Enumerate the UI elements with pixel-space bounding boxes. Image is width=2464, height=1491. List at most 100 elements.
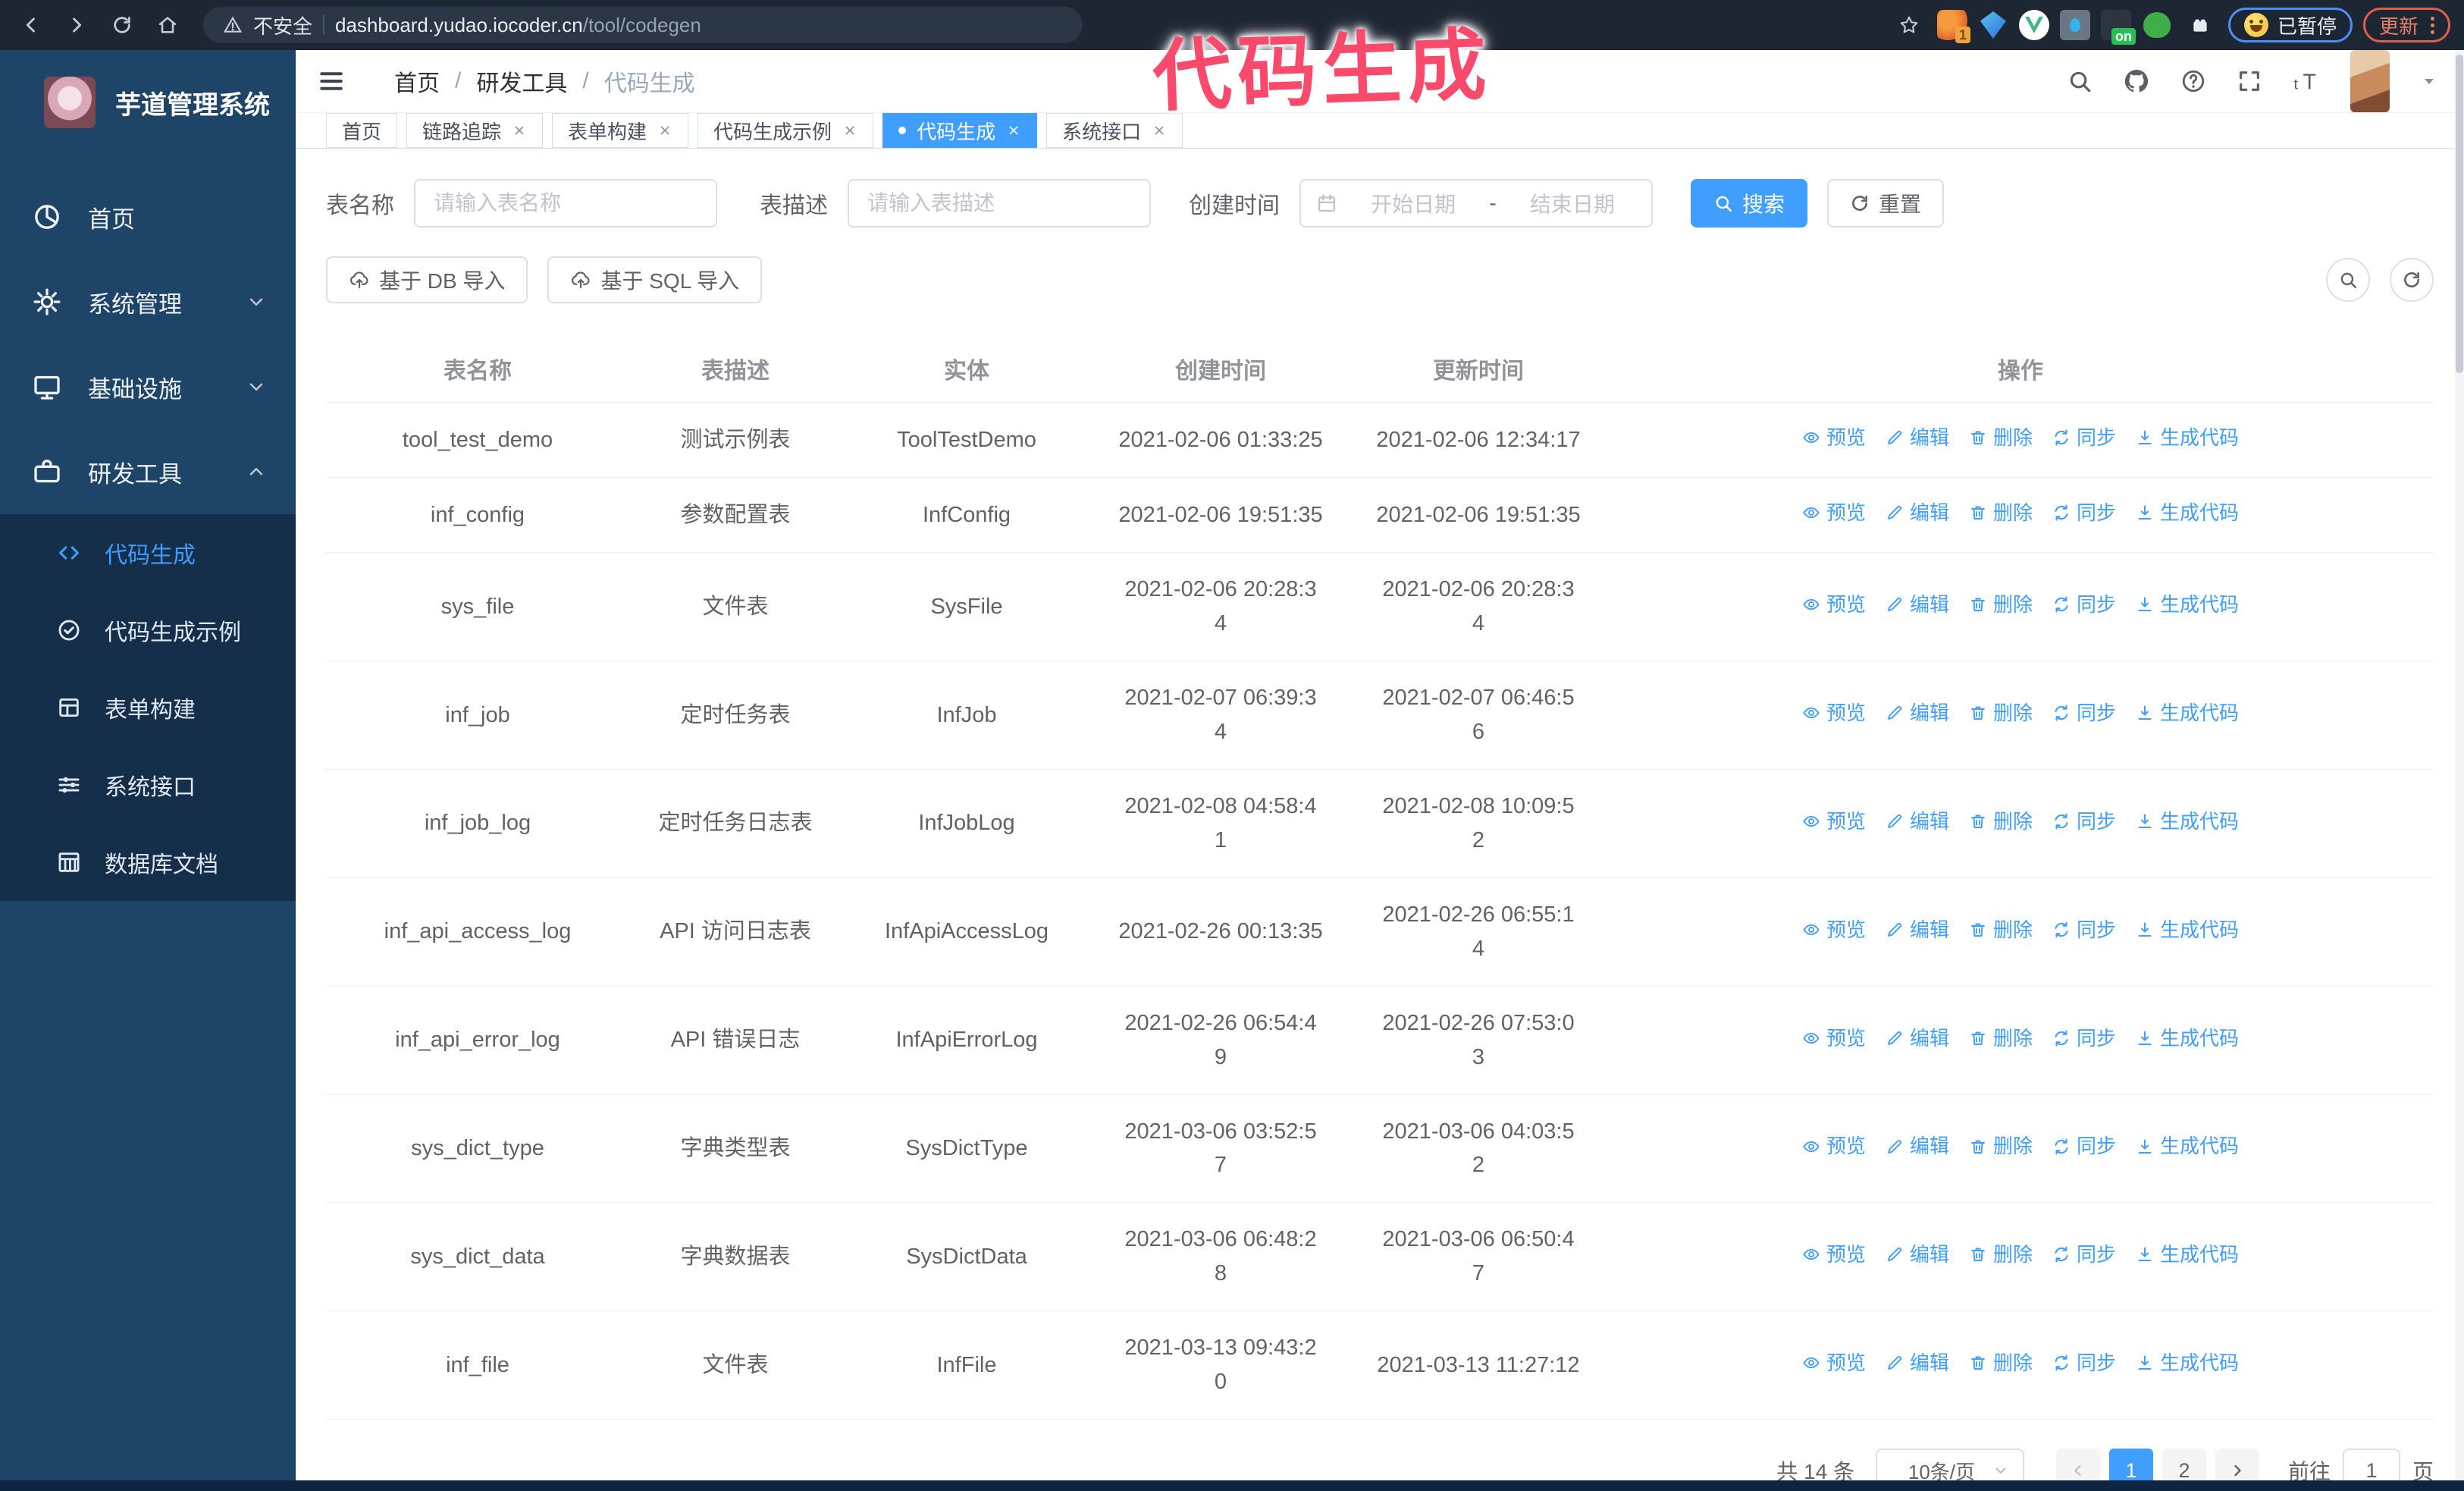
browser-forward-button[interactable] xyxy=(59,8,94,42)
user-menu-button[interactable] xyxy=(2420,72,2438,90)
search-button[interactable]: 搜索 xyxy=(1691,179,1808,228)
tab-tracing[interactable]: 链路追踪 xyxy=(406,113,544,148)
sidebar-item-database-doc[interactable]: 数据库文档 xyxy=(0,824,296,901)
docs-help-button[interactable] xyxy=(2180,68,2206,94)
collapse-sidebar-button[interactable] xyxy=(312,62,350,100)
preview-link[interactable]: 预览 xyxy=(1802,1348,1866,1378)
edit-link[interactable]: 编辑 xyxy=(1886,915,1949,945)
preview-link[interactable]: 预览 xyxy=(1802,806,1866,837)
sync-link[interactable]: 同步 xyxy=(2052,698,2116,728)
generate-code-link[interactable]: 生成代码 xyxy=(2136,915,2239,945)
sync-link[interactable]: 同步 xyxy=(2052,1023,2116,1053)
address-bar[interactable]: 不安全 dashboard.yudao.iocoder.cn/tool/code… xyxy=(203,7,1083,43)
delete-link[interactable]: 删除 xyxy=(1969,915,2033,945)
delete-link[interactable]: 删除 xyxy=(1969,1023,2033,1053)
sync-link[interactable]: 同步 xyxy=(2052,1348,2116,1378)
generate-code-link[interactable]: 生成代码 xyxy=(2136,806,2239,837)
sync-link[interactable]: 同步 xyxy=(2052,422,2116,453)
edit-link[interactable]: 编辑 xyxy=(1886,806,1949,837)
preview-link[interactable]: 预览 xyxy=(1802,698,1866,728)
sidebar-item-code-generation[interactable]: 代码生成 xyxy=(0,514,296,592)
generate-code-link[interactable]: 生成代码 xyxy=(2136,589,2239,620)
edit-link[interactable]: 编辑 xyxy=(1886,422,1949,453)
bookmark-star-button[interactable] xyxy=(1892,8,1926,42)
edit-link[interactable]: 编辑 xyxy=(1886,698,1949,728)
extensions-menu-button[interactable] xyxy=(2183,8,2218,42)
vue-devtools-icon[interactable] xyxy=(2018,10,2049,40)
generate-code-link[interactable]: 生成代码 xyxy=(2136,498,2239,528)
close-icon[interactable] xyxy=(1006,123,1021,138)
sync-link[interactable]: 同步 xyxy=(2052,915,2116,945)
fullscreen-button[interactable] xyxy=(2237,68,2262,94)
sync-link[interactable]: 同步 xyxy=(2052,1131,2116,1161)
edit-link[interactable]: 编辑 xyxy=(1886,1239,1949,1270)
breadcrumb-dev-tools[interactable]: 研发工具 xyxy=(476,64,567,98)
delete-link[interactable]: 删除 xyxy=(1969,498,2033,528)
table-name-input[interactable] xyxy=(414,179,717,228)
sidebar-item-code-generation-example[interactable]: 代码生成示例 xyxy=(0,592,296,669)
page-scrollbar[interactable] xyxy=(2455,50,2464,1480)
preview-link[interactable]: 预览 xyxy=(1802,1023,1866,1053)
delete-link[interactable]: 删除 xyxy=(1969,422,2033,453)
header-search-button[interactable] xyxy=(2067,68,2093,94)
extension-drop-icon[interactable] xyxy=(2059,10,2090,40)
user-avatar[interactable] xyxy=(2350,50,2390,112)
toggle-search-button[interactable] xyxy=(2326,258,2370,302)
octotree-icon[interactable] xyxy=(2142,10,2172,40)
sync-link[interactable]: 同步 xyxy=(2052,1239,2116,1270)
preview-link[interactable]: 预览 xyxy=(1802,1131,1866,1161)
preview-link[interactable]: 预览 xyxy=(1802,915,1866,945)
reset-button[interactable]: 重置 xyxy=(1827,179,1945,228)
generate-code-link[interactable]: 生成代码 xyxy=(2136,1023,2239,1053)
extension-gem-icon[interactable] xyxy=(1978,10,2008,40)
sidebar-item-form-builder[interactable]: 表单构建 xyxy=(0,669,296,746)
extension-switch-icon[interactable]: on xyxy=(2100,10,2136,45)
sync-link[interactable]: 同步 xyxy=(2052,589,2116,620)
generate-code-link[interactable]: 生成代码 xyxy=(2136,1239,2239,1270)
sync-link[interactable]: 同步 xyxy=(2052,806,2116,837)
delete-link[interactable]: 删除 xyxy=(1969,589,2033,620)
breadcrumb-home[interactable]: 首页 xyxy=(394,64,440,98)
preview-link[interactable]: 预览 xyxy=(1802,1239,1866,1270)
preview-link[interactable]: 预览 xyxy=(1802,589,1866,620)
browser-back-button[interactable] xyxy=(14,8,49,42)
sidebar-logo[interactable]: 芋道管理系统 xyxy=(0,50,296,155)
date-range-picker[interactable]: 开始日期 - 结束日期 xyxy=(1299,179,1653,228)
sidebar-item-system-management[interactable]: 系统管理 xyxy=(0,259,296,344)
delete-link[interactable]: 删除 xyxy=(1969,1131,2033,1161)
table-desc-input[interactable] xyxy=(848,179,1151,228)
extension-orange-icon[interactable]: 1 xyxy=(1936,10,1970,43)
generate-code-link[interactable]: 生成代码 xyxy=(2136,1131,2239,1161)
edit-link[interactable]: 编辑 xyxy=(1886,1131,1949,1161)
tab-home[interactable]: 首页 xyxy=(326,113,398,148)
browser-home-button[interactable] xyxy=(150,8,185,42)
refresh-table-button[interactable] xyxy=(2390,258,2434,302)
import-db-button[interactable]: 基于 DB 导入 xyxy=(326,256,528,303)
delete-link[interactable]: 删除 xyxy=(1969,698,2033,728)
generate-code-link[interactable]: 生成代码 xyxy=(2136,698,2239,728)
sync-link[interactable]: 同步 xyxy=(2052,498,2116,528)
tab-codegen[interactable]: 代码生成 xyxy=(882,113,1038,148)
font-size-button[interactable] xyxy=(2293,67,2320,95)
edit-link[interactable]: 编辑 xyxy=(1886,1023,1949,1053)
delete-link[interactable]: 删除 xyxy=(1969,1348,2033,1378)
close-icon[interactable] xyxy=(657,123,672,138)
sidebar-item-system-api[interactable]: 系统接口 xyxy=(0,746,296,824)
kebab-menu-icon[interactable] xyxy=(2431,16,2434,34)
close-icon[interactable] xyxy=(512,123,527,138)
github-link[interactable] xyxy=(2123,67,2150,95)
generate-code-link[interactable]: 生成代码 xyxy=(2136,1348,2239,1378)
delete-link[interactable]: 删除 xyxy=(1969,1239,2033,1270)
sidebar-item-dev-tools[interactable]: 研发工具 xyxy=(0,429,296,514)
delete-link[interactable]: 删除 xyxy=(1969,806,2033,837)
profile-paused-pill[interactable]: 已暂停 xyxy=(2227,8,2353,42)
edit-link[interactable]: 编辑 xyxy=(1886,589,1949,620)
close-icon[interactable] xyxy=(842,123,857,138)
import-sql-button[interactable]: 基于 SQL 导入 xyxy=(547,256,763,303)
scrollbar-thumb[interactable] xyxy=(2456,55,2463,373)
sidebar-item-infrastructure[interactable]: 基础设施 xyxy=(0,344,296,429)
browser-reload-button[interactable] xyxy=(105,8,140,42)
edit-link[interactable]: 编辑 xyxy=(1886,498,1949,528)
preview-link[interactable]: 预览 xyxy=(1802,422,1866,453)
generate-code-link[interactable]: 生成代码 xyxy=(2136,422,2239,453)
